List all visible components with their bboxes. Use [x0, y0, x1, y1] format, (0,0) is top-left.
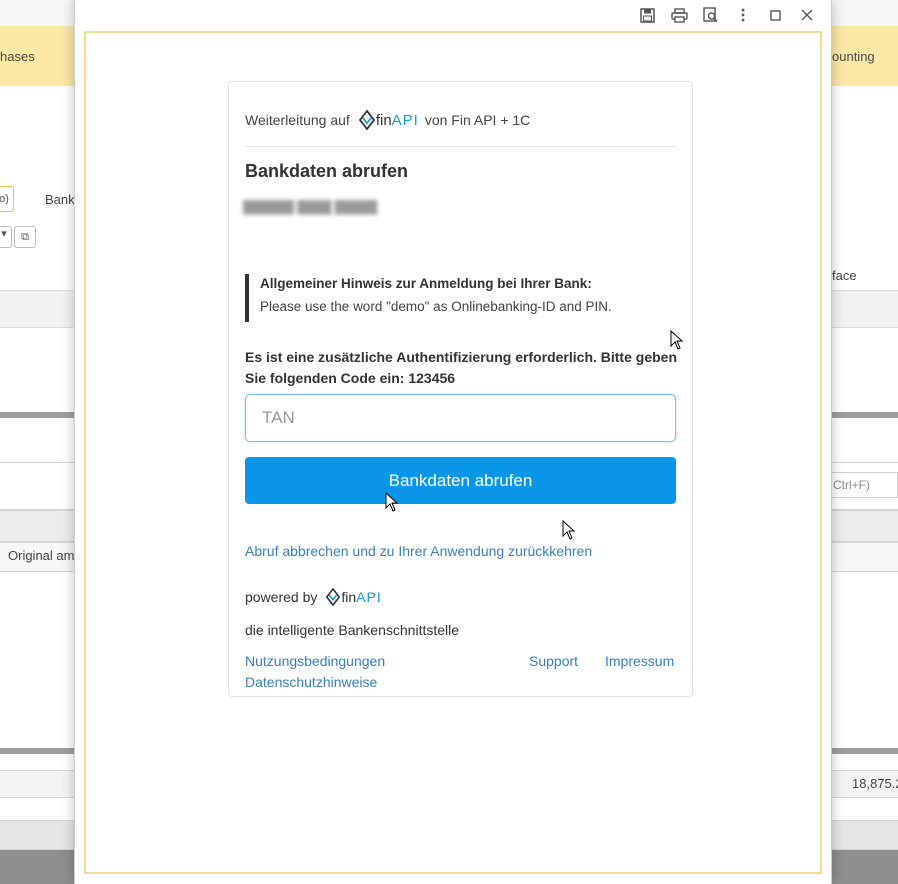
tan-input[interactable]	[245, 394, 676, 442]
cancel-link[interactable]: Abruf abbrechen und zu Ihrer Anwendung z…	[245, 543, 592, 559]
column-header-original-amount: Original am	[8, 548, 75, 563]
finapi-logo-mark	[358, 110, 375, 130]
notice-body: Please use the word "demo" as Onlinebank…	[260, 299, 612, 314]
modal-window: Weiterleitung auf fin API von Fin API + 1…	[74, 0, 832, 884]
header-divider	[245, 146, 676, 147]
ribbon-tab-accounting[interactable]: ounting	[832, 49, 875, 64]
bank-notice: Allgemeiner Hinweis zur Anmeldung bei Ih…	[245, 274, 675, 322]
finapi-logo-fin: fin	[375, 111, 392, 129]
dropdown-arrow-icon[interactable]: ▾	[0, 226, 12, 248]
finapi-card: Weiterleitung auf fin API von Fin API + 1…	[228, 81, 693, 697]
finapi-logo-footer: fin API	[325, 588, 381, 606]
ribbon-tab-purchases[interactable]: hases	[0, 49, 35, 64]
window-toolbar	[631, 4, 823, 26]
more-icon[interactable]	[727, 4, 759, 26]
total-amount: 18,875.2	[852, 776, 898, 791]
auth-instruction: Es ist eine zusätzliche Authentifizierun…	[245, 349, 677, 386]
finapi-logo: fin API	[358, 110, 419, 130]
powered-by-label: powered by	[245, 589, 318, 605]
print-icon[interactable]	[663, 4, 695, 26]
terms-link[interactable]: Nutzungsbedingungen	[245, 653, 385, 669]
redirect-line: Weiterleitung auf fin API von Fin API + 1…	[245, 110, 530, 130]
copy-icon[interactable]: ⧉	[14, 226, 36, 248]
maximize-icon[interactable]	[759, 4, 791, 26]
mouse-cursor-icon	[385, 492, 399, 512]
bg-search-field[interactable]: Ctrl+F)	[828, 472, 898, 498]
bank-name-blurred: ██████ ████ █████	[243, 200, 378, 214]
preview-icon[interactable]	[695, 4, 727, 26]
tagline: die intelligente Bankenschnittstelle	[245, 622, 460, 638]
fetch-bank-data-button[interactable]: Bankdaten abrufen	[245, 457, 676, 504]
finapi-footer-logo-fin: fin	[341, 589, 357, 605]
redirect-suffix: von Fin API + 1C	[424, 112, 531, 128]
privacy-link[interactable]: Datenschutzhinweise	[245, 674, 377, 690]
surface-label: face	[832, 268, 857, 283]
save-icon[interactable]	[631, 4, 663, 26]
notice-heading: Allgemeiner Hinweis zur Anmeldung bei Ih…	[260, 276, 592, 291]
support-link[interactable]: Support	[529, 653, 578, 669]
bank-label: Bank	[45, 192, 75, 207]
bg-button[interactable]: o)	[0, 186, 14, 212]
page-title: Bankdaten abrufen	[245, 161, 409, 181]
mouse-cursor-icon	[670, 330, 684, 350]
finapi-logo-api: API	[391, 111, 419, 129]
embedded-page-frame: Weiterleitung auf fin API von Fin API + 1…	[84, 31, 822, 874]
finapi-footer-logo-mark	[326, 588, 341, 606]
redirect-prefix: Weiterleitung auf	[245, 112, 350, 128]
finapi-footer-logo-api: API	[356, 589, 382, 605]
imprint-link[interactable]: Impressum	[605, 653, 674, 669]
mouse-cursor-icon	[562, 520, 576, 540]
powered-by: powered by fin API	[245, 588, 382, 606]
close-icon[interactable]	[791, 4, 823, 26]
